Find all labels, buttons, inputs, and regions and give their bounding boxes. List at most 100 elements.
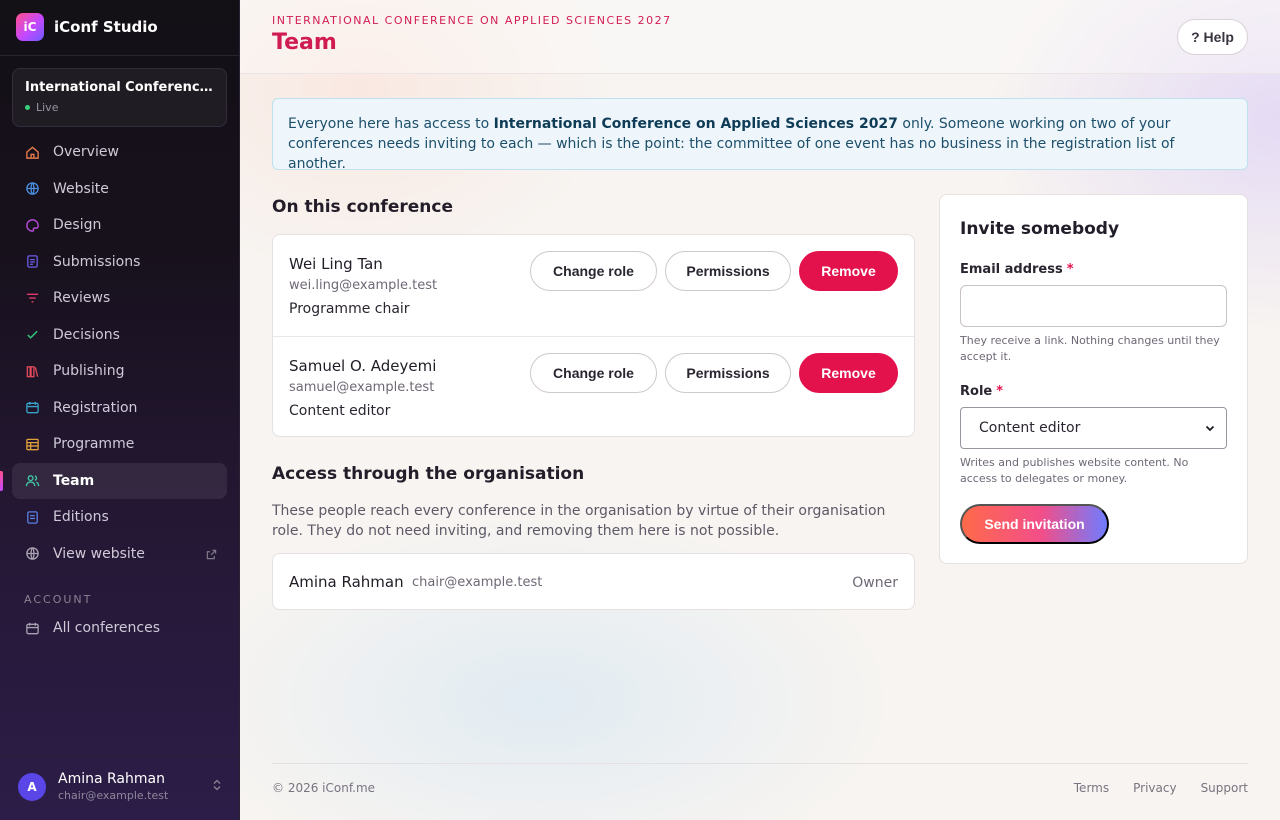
footer-divider	[272, 763, 1248, 764]
page-header: INTERNATIONAL CONFERENCE ON APPLIED SCIE…	[240, 0, 1280, 74]
sidebar-nav: Overview Website Design Submissions Revi…	[0, 134, 227, 573]
sidebar-item-label: Reviews	[53, 290, 111, 307]
sidebar-item-label: Editions	[53, 509, 109, 526]
sidebar-item-decisions[interactable]: Decisions	[12, 317, 227, 354]
conference-status-label: Live	[36, 101, 59, 114]
invite-panel: Invite somebody Email address * They rece…	[939, 194, 1248, 564]
footer-link-terms[interactable]: Terms	[1074, 781, 1109, 795]
member-name: Amina Rahman	[289, 573, 404, 591]
calendar-icon	[24, 620, 40, 636]
conference-eyebrow: INTERNATIONAL CONFERENCE ON APPLIED SCIE…	[272, 14, 672, 27]
notice-conference: International Conference on Applied Scie…	[493, 116, 898, 132]
sidebar-item-registration[interactable]: Registration	[12, 390, 227, 427]
sidebar-item-design[interactable]: Design	[12, 207, 227, 244]
organisation-heading: Access through the organisation	[272, 464, 585, 484]
required-marker: *	[996, 384, 1004, 399]
conference-name: International Conference on Applied Scie…	[25, 80, 214, 95]
sidebar-item-label: Registration	[53, 399, 138, 416]
sidebar-item-label: Decisions	[53, 326, 120, 343]
email-hint: They receive a link. Nothing changes unt…	[960, 334, 1220, 363]
sidebar-item-label: Submissions	[53, 253, 141, 270]
email-field[interactable]	[960, 285, 1227, 327]
table-icon	[24, 436, 40, 452]
sidebar-item-label: Overview	[53, 144, 119, 161]
sidebar: iC iConf Studio International Conference…	[0, 0, 240, 820]
sidebar-item-team[interactable]: Team	[0, 462, 227, 499]
users-icon	[24, 473, 40, 489]
brand-name: iConf Studio	[54, 18, 158, 36]
role-label: Role *	[960, 384, 1003, 399]
organisation-description: These people reach every conference in t…	[272, 503, 886, 539]
member-row: Samuel O. Adeyemi samuel@example.test Co…	[273, 336, 914, 436]
chevron-down-icon	[1204, 422, 1216, 438]
footer-link-support[interactable]: Support	[1201, 781, 1248, 795]
sidebar-item-programme[interactable]: Programme	[12, 426, 227, 463]
check-icon	[24, 327, 40, 343]
permissions-button[interactable]: Permissions	[665, 353, 791, 393]
account-section-label: ACCOUNT	[24, 593, 93, 606]
role-hint: Writes and publishes website content. No…	[960, 456, 1189, 485]
user-menu[interactable]: A Amina Rahman chair@example.test	[18, 771, 228, 802]
external-link-icon	[206, 548, 217, 564]
invite-title: Invite somebody	[960, 219, 1120, 239]
member-email: wei.ling@example.test	[289, 278, 438, 293]
chevron-updown-icon	[212, 779, 222, 795]
user-email: chair@example.test	[58, 789, 169, 802]
books-icon	[24, 363, 40, 379]
sidebar-item-label: Website	[53, 180, 109, 197]
sidebar-item-label: Programme	[53, 436, 135, 453]
editions-icon	[24, 509, 40, 525]
sidebar-item-editions[interactable]: Editions	[12, 499, 227, 536]
palette-icon	[24, 217, 40, 233]
ticket-icon	[24, 400, 40, 416]
member-role: Content editor	[289, 403, 391, 419]
sidebar-item-all-conferences[interactable]: All conferences	[12, 610, 227, 647]
user-name: Amina Rahman	[58, 771, 165, 787]
required-marker: *	[1066, 262, 1074, 277]
sidebar-divider	[0, 755, 240, 756]
send-invitation-button[interactable]: Send invitation	[960, 504, 1109, 544]
sidebar-item-overview[interactable]: Overview	[12, 134, 227, 171]
remove-button[interactable]: Remove	[799, 251, 898, 291]
sidebar-item-label: All conferences	[53, 620, 161, 637]
access-notice: Everyone here has access to Internationa…	[272, 98, 1248, 172]
live-dot-icon	[25, 105, 30, 110]
sidebar-item-label: Design	[53, 217, 102, 234]
conference-members-list: Wei Ling Tan wei.ling@example.test Progr…	[272, 234, 915, 437]
main-content: INTERNATIONAL CONFERENCE ON APPLIED SCIE…	[240, 0, 1280, 820]
sidebar-item-website[interactable]: Website	[12, 171, 227, 208]
sidebar-item-label: View website	[53, 545, 145, 562]
brand[interactable]: iC iConf Studio	[16, 13, 158, 41]
change-role-button[interactable]: Change role	[530, 353, 657, 393]
globe-icon	[24, 546, 40, 562]
filter-icon	[24, 290, 40, 306]
member-email: samuel@example.test	[289, 380, 435, 395]
role-select[interactable]: Content editor	[960, 407, 1227, 449]
role-select-value: Content editor	[979, 420, 1081, 436]
avatar: A	[18, 772, 46, 801]
sidebar-item-submissions[interactable]: Submissions	[12, 244, 227, 281]
on-conference-heading: On this conference	[272, 197, 453, 217]
remove-button[interactable]: Remove	[799, 353, 898, 393]
member-role: Owner	[852, 575, 898, 591]
footer-links: Terms Privacy Support	[1074, 781, 1248, 795]
conference-switcher[interactable]: International Conference on Applied Scie…	[12, 68, 227, 127]
sidebar-item-publishing[interactable]: Publishing	[12, 353, 227, 390]
permissions-button[interactable]: Permissions	[665, 251, 791, 291]
conference-status: Live	[25, 101, 214, 114]
change-role-button[interactable]: Change role	[530, 251, 657, 291]
role-label-text: Role	[960, 384, 993, 399]
help-button[interactable]: ? Help	[1177, 19, 1248, 55]
member-row: Wei Ling Tan wei.ling@example.test Progr…	[273, 235, 914, 335]
notice-prefix: Everyone here has access to	[288, 116, 494, 132]
document-icon	[24, 254, 40, 270]
member-role: Programme chair	[289, 301, 410, 317]
sidebar-item-reviews[interactable]: Reviews	[12, 280, 227, 317]
globe-icon	[24, 181, 40, 197]
email-label: Email address *	[960, 262, 1074, 277]
sidebar-item-view-website[interactable]: View website	[12, 536, 227, 573]
member-name: Wei Ling Tan	[289, 255, 383, 273]
home-icon	[24, 144, 40, 160]
sidebar-item-label: Publishing	[53, 363, 125, 380]
footer-link-privacy[interactable]: Privacy	[1133, 781, 1176, 795]
